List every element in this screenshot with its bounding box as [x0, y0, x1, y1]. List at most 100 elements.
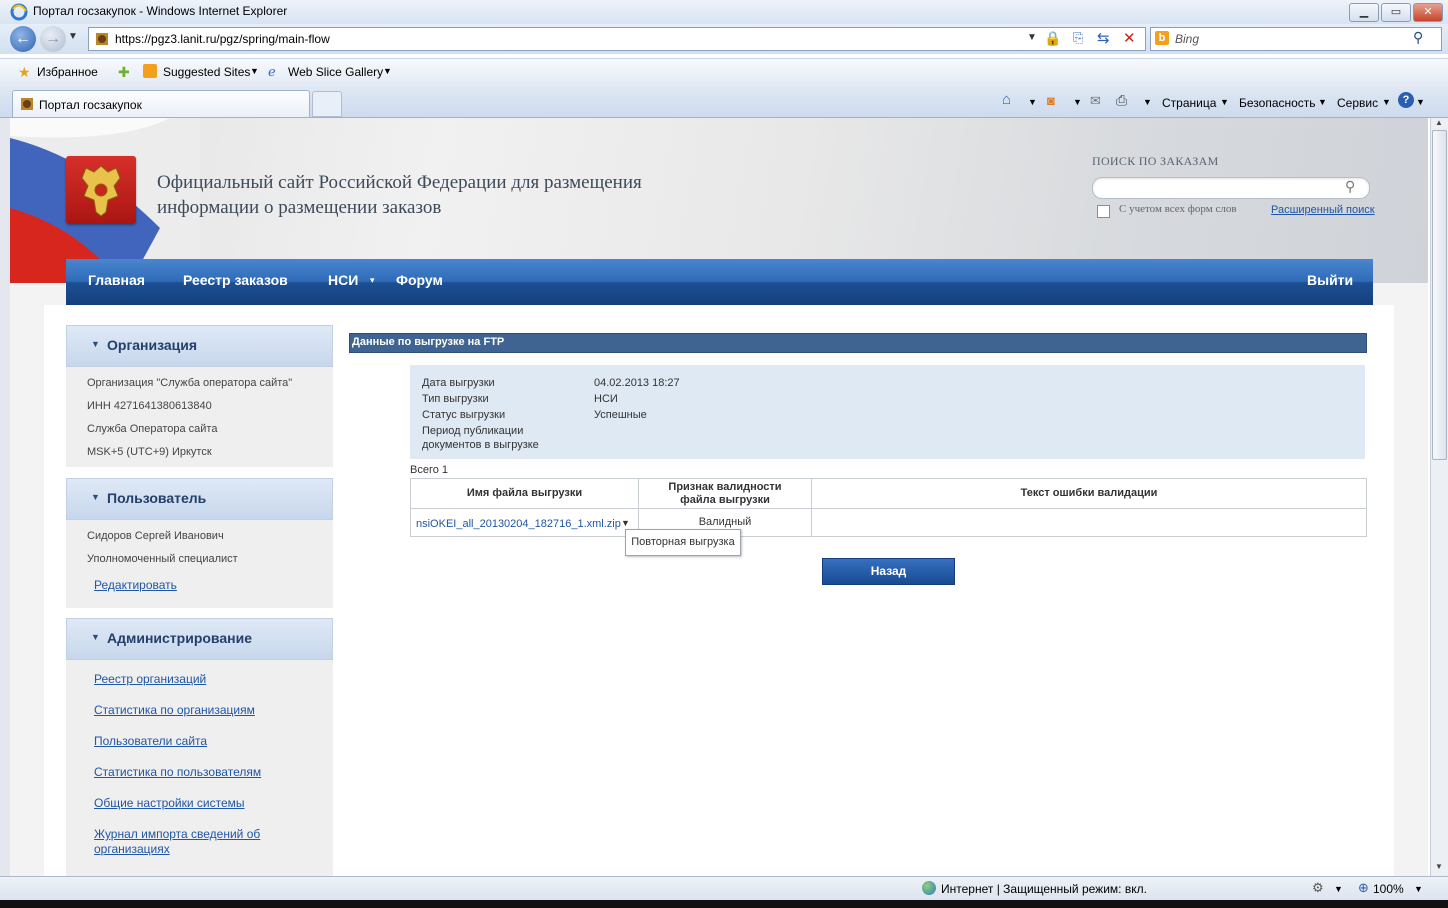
home-icon[interactable]: ⌂: [1002, 91, 1011, 108]
print-icon[interactable]: ⎙: [1116, 92, 1127, 109]
chevron-down-icon[interactable]: ▼: [1416, 97, 1425, 107]
logout-link[interactable]: Выйти: [1307, 272, 1353, 288]
org-name: Организация "Служба оператора сайта": [87, 377, 293, 389]
tab-portal[interactable]: Портал госзакупок: [12, 90, 310, 117]
close-window-button[interactable]: ✕: [1413, 3, 1443, 22]
upload-files-table: Имя файла выгрузки Признак валидности фа…: [410, 478, 1367, 537]
collapse-arrow-icon: ▼: [91, 339, 100, 349]
upload-details-box: Дата выгрузки 04.02.2013 18:27 Тип выгру…: [410, 365, 1365, 459]
stop-icon[interactable]: ✕: [1123, 29, 1136, 47]
chevron-down-icon[interactable]: ▼: [383, 66, 392, 76]
upload-type-value: НСИ: [594, 393, 618, 405]
page-menu[interactable]: Страница: [1162, 96, 1216, 110]
org-service: Служба Оператора сайта: [87, 423, 218, 435]
mail-icon[interactable]: ✉: [1090, 93, 1101, 109]
taskbar-edge: [0, 900, 1448, 908]
new-tab-button[interactable]: [312, 91, 342, 117]
admin-link-user-stats[interactable]: Статистика по пользователям: [94, 765, 261, 779]
web-slice-gallery-link[interactable]: Web Slice Gallery: [288, 65, 383, 79]
nav-orders-registry[interactable]: Реестр заказов: [183, 272, 288, 288]
web-slice-icon: ℯ: [268, 64, 276, 79]
site-title-line: информации о размещении заказов: [157, 197, 442, 218]
favorites-bar: ★ Избранное ✚ Suggested Sites ▼ ℯ Web Sl…: [0, 58, 1448, 87]
zoom-icon[interactable]: ⊕: [1358, 880, 1369, 896]
address-dropdown-icon[interactable]: ▼: [1027, 32, 1037, 43]
edit-profile-link[interactable]: Редактировать: [94, 578, 177, 592]
total-count: Всего 1: [410, 464, 449, 476]
col-header-validity[interactable]: Признак валидности файла выгрузки: [639, 479, 812, 509]
ftp-panel-title: Данные по выгрузке на FTP: [352, 336, 505, 348]
forward-nav-button[interactable]: →: [40, 26, 66, 52]
chevron-down-icon[interactable]: ▼: [1414, 884, 1423, 894]
word-forms-checkbox[interactable]: [1097, 205, 1110, 218]
search-icon[interactable]: ⚲: [1413, 29, 1423, 46]
admin-link-site-users[interactable]: Пользователи сайта: [94, 734, 207, 748]
scrollbar-thumb[interactable]: [1432, 130, 1447, 460]
search-icon[interactable]: ⚲: [1345, 178, 1355, 195]
address-bar[interactable]: https://pgz3.lanit.ru/pgz/spring/main-fl…: [88, 27, 1146, 51]
zoom-level[interactable]: 100%: [1373, 882, 1404, 896]
favorites-star-icon: ★: [18, 64, 31, 80]
back-button[interactable]: Назад: [822, 558, 955, 585]
back-nav-button[interactable]: ←: [10, 26, 36, 52]
chevron-down-icon[interactable]: ▼: [1028, 97, 1037, 107]
rss-feeds-icon[interactable]: ◙: [1047, 93, 1055, 108]
tools-menu[interactable]: Сервис: [1337, 96, 1378, 110]
reupload-menu-item[interactable]: Повторная выгрузка: [625, 529, 741, 556]
admin-link-import-journal[interactable]: Журнал импорта сведений об организациях: [94, 827, 260, 857]
chevron-down-icon[interactable]: ▼: [1334, 884, 1343, 894]
upload-file-link[interactable]: nsiOKEI_all_20130204_182716_1.xml.zip: [416, 518, 621, 530]
add-favorite-icon[interactable]: ✚: [118, 64, 130, 81]
lock-icon[interactable]: 🔒: [1044, 30, 1061, 47]
col-header-validity-line: Признак валидности: [668, 480, 782, 493]
safety-menu[interactable]: Безопасность: [1239, 96, 1316, 110]
recent-pages-dropdown-icon[interactable]: ▼: [68, 31, 78, 42]
compatibility-view-icon[interactable]: ⎘: [1073, 30, 1083, 46]
refresh-icon[interactable]: ⇆: [1097, 29, 1110, 47]
publication-period-label: Период публикации: [422, 425, 524, 437]
security-zone-status[interactable]: Интернет | Защищенный режим: вкл.: [941, 882, 1147, 896]
search-bar[interactable]: b Bing ⚲: [1150, 27, 1442, 51]
scroll-up-icon[interactable]: ▲: [1435, 118, 1443, 127]
popup-settings-icon[interactable]: ⚙: [1312, 880, 1324, 896]
sidebar-admin-title: Администрирование: [107, 630, 252, 646]
chevron-down-icon[interactable]: ▼: [1318, 97, 1327, 107]
coat-of-arms-logo[interactable]: [66, 156, 136, 224]
order-search-input[interactable]: ⚲: [1092, 177, 1370, 199]
admin-link-system-settings[interactable]: Общие настройки системы: [94, 796, 245, 810]
page-viewport: Официальный сайт Российской Федерации дл…: [10, 118, 1428, 876]
minimize-button[interactable]: ▁: [1349, 3, 1379, 22]
chevron-down-icon[interactable]: ▼: [1220, 97, 1229, 107]
nsi-dropdown-icon[interactable]: ▾: [370, 275, 375, 286]
sidebar-admin-header[interactable]: ▼ Администрирование: [66, 618, 333, 660]
sidebar-org-header[interactable]: ▼ Организация: [66, 325, 333, 367]
upload-date-value: 04.02.2013 18:27: [594, 377, 680, 389]
tab-title: Портал госзакупок: [39, 98, 142, 112]
chevron-down-icon[interactable]: ▼: [1382, 97, 1391, 107]
advanced-search-link[interactable]: Расширенный поиск: [1271, 204, 1375, 216]
nav-home[interactable]: Главная: [88, 272, 145, 288]
chevron-down-icon[interactable]: ▼: [1073, 97, 1082, 107]
nav-forum[interactable]: Форум: [396, 272, 443, 288]
org-inn: ИНН 4271641380613840: [87, 400, 212, 412]
window-title: Портал госзакупок - Windows Internet Exp…: [33, 4, 288, 18]
order-search-label: ПОИСК ПО ЗАКАЗАМ: [1092, 154, 1219, 168]
chevron-down-icon[interactable]: ▼: [250, 66, 259, 76]
table-row: nsiOKEI_all_20130204_182716_1.xml.zip ▼: [411, 509, 639, 536]
favorites-button[interactable]: Избранное: [37, 65, 98, 79]
sidebar-user-header[interactable]: ▼ Пользователь: [66, 478, 333, 520]
col-header-file-name[interactable]: Имя файла выгрузки: [411, 479, 639, 509]
chevron-down-icon[interactable]: ▼: [1143, 97, 1152, 107]
col-header-validation-error[interactable]: Текст ошибки валидации: [812, 479, 1366, 509]
help-icon[interactable]: ?: [1398, 92, 1414, 108]
admin-link-org-registry[interactable]: Реестр организаций: [94, 672, 206, 686]
suggested-sites-link[interactable]: Suggested Sites: [163, 65, 250, 79]
maximize-button[interactable]: ▭: [1381, 3, 1411, 22]
address-url: https://pgz3.lanit.ru/pgz/spring/main-fl…: [115, 32, 330, 46]
file-actions-dropdown-icon[interactable]: ▼: [621, 518, 630, 528]
collapse-arrow-icon: ▼: [91, 492, 100, 502]
nav-nsi[interactable]: НСИ: [328, 272, 358, 288]
word-forms-label: С учетом всех форм слов: [1119, 203, 1237, 215]
admin-link-org-stats[interactable]: Статистика по организациям: [94, 703, 255, 717]
scroll-down-icon[interactable]: ▼: [1435, 862, 1443, 871]
